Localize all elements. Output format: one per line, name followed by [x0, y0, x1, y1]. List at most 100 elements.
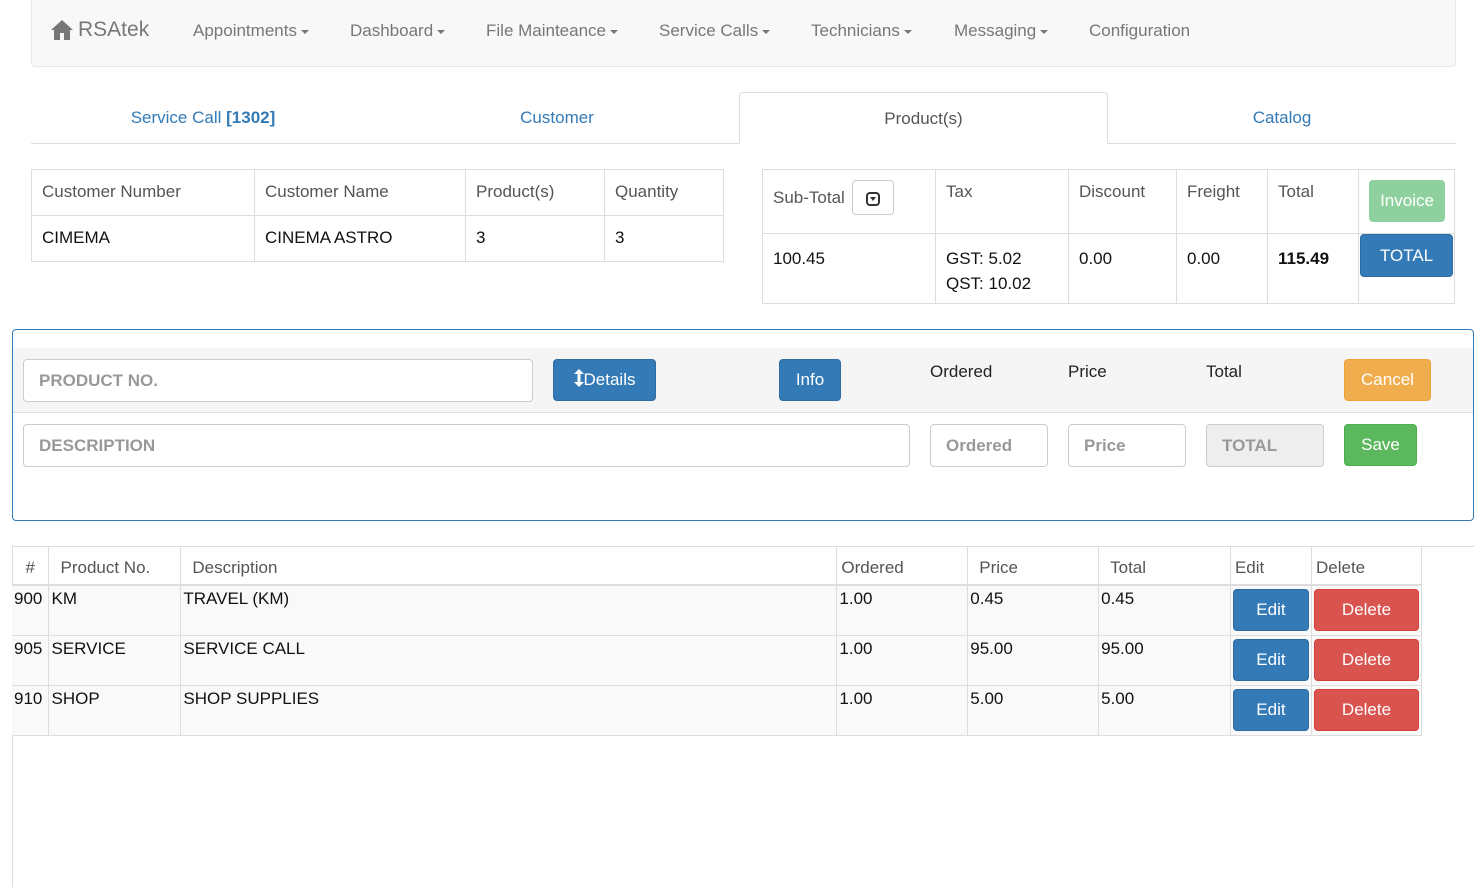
row-num: 900 [12, 585, 50, 636]
delete-button[interactable]: Delete [1314, 688, 1419, 731]
row-ordered: 1.00 [836, 635, 969, 686]
tab-service-call-label: Service Call [130, 108, 222, 127]
top-navbar: RSAtek Appointments Dashboard File Maint… [31, 0, 1456, 67]
row-description: SERVICE CALL [180, 635, 838, 686]
header-subtotal: Sub-Total [762, 169, 936, 234]
collapse-icon [865, 191, 880, 206]
brand-link[interactable]: RSAtek [50, 18, 149, 42]
edit-button[interactable]: Edit [1232, 589, 1309, 631]
ordered-placeholder: Ordered [946, 436, 1013, 455]
row-description: SHOP SUPPLIES [180, 685, 838, 736]
subtotal-value: 100.45 [762, 233, 936, 304]
nav-technicians[interactable]: Technicians [811, 21, 912, 41]
product-no-placeholder: PRODUCT NO. [39, 371, 158, 390]
tab-catalog-label: Catalog [1252, 108, 1312, 127]
delete-button[interactable]: Delete [1314, 638, 1419, 681]
row-total: 0.45 [1098, 585, 1231, 636]
tab-customer[interactable]: Customer [385, 92, 729, 144]
header-products: Product(s) [465, 169, 605, 216]
row-num: 910 [12, 685, 50, 736]
nav-file-maintenance[interactable]: File Mainteance [486, 21, 619, 41]
edit-button[interactable]: Edit [1232, 638, 1309, 681]
header-total-col: Total [1098, 546, 1231, 586]
brand-name: RSAtek [78, 18, 150, 41]
home-icon [51, 20, 73, 40]
nav-dashboard-label: Dashboard [350, 21, 434, 40]
row-edit-cell: Edit [1230, 685, 1313, 736]
header-product-no: Product No. [48, 546, 182, 586]
invoice-button[interactable]: Invoice [1369, 180, 1445, 222]
details-button[interactable]: Details [553, 359, 656, 401]
products-count: 3 [465, 215, 605, 262]
nav-messaging-label: Messaging [954, 21, 1037, 40]
header-quantity: Quantity [604, 169, 724, 216]
gst-value: GST: 5.02 [946, 249, 1022, 268]
table-row: 905 SERVICE SERVICE CALL 1.00 95.00 95.0… [12, 635, 1422, 686]
service-call-number: [1302] [226, 108, 276, 127]
description-input[interactable]: DESCRIPTION [23, 424, 910, 467]
customer-summary-table: Customer Number Customer Name Product(s)… [31, 169, 724, 262]
nav-appointments-label: Appointments [193, 21, 297, 40]
description-placeholder: DESCRIPTION [39, 436, 156, 455]
table-row: 900 KM TRAVEL (KM) 1.00 0.45 0.45 Edit D… [12, 585, 1422, 636]
product-no-input[interactable]: PRODUCT NO. [23, 359, 533, 402]
caret-down-icon [1040, 29, 1049, 34]
total-input: TOTAL [1206, 424, 1324, 467]
row-delete-cell: Delete [1311, 685, 1422, 736]
row-total: 5.00 [1098, 685, 1231, 736]
cancel-button[interactable]: Cancel [1344, 359, 1431, 401]
save-button[interactable]: Save [1344, 424, 1417, 466]
nav-configuration[interactable]: Configuration [1089, 21, 1190, 41]
header-delete: Delete [1311, 546, 1422, 586]
price-label: Price [1068, 362, 1107, 381]
discount-value: 0.00 [1068, 233, 1177, 304]
row-product-no: SHOP [48, 685, 182, 736]
ordered-label: Ordered [930, 362, 993, 381]
caret-down-icon [903, 29, 912, 34]
caret-down-icon [300, 29, 309, 34]
ordered-input[interactable]: Ordered [930, 424, 1048, 467]
row-delete-cell: Delete [1311, 585, 1422, 636]
header-customer-number: Customer Number [31, 169, 255, 216]
header-tax: Tax [935, 169, 1069, 234]
header-num: # [12, 546, 50, 586]
nav-configuration-label: Configuration [1089, 21, 1191, 40]
nav-appointments[interactable]: Appointments [193, 21, 309, 41]
tab-products-label: Product(s) [884, 109, 963, 128]
header-freight: Freight [1176, 169, 1268, 234]
total-button[interactable]: TOTAL [1360, 234, 1453, 277]
edit-button[interactable]: Edit [1232, 688, 1309, 731]
caret-down-icon [437, 29, 446, 34]
nav-service-calls[interactable]: Service Calls [659, 21, 771, 41]
header-discount-link[interactable]: Discount [1068, 169, 1177, 234]
tab-service-call[interactable]: Service Call [1302] [31, 92, 375, 144]
row-price: 5.00 [967, 685, 1100, 736]
price-input[interactable]: Price [1068, 424, 1186, 467]
row-ordered: 1.00 [836, 585, 969, 636]
nav-dashboard[interactable]: Dashboard [350, 21, 446, 41]
tab-products[interactable]: Product(s) [739, 92, 1108, 144]
nav-messaging[interactable]: Messaging [954, 21, 1049, 41]
total-placeholder: TOTAL [1222, 436, 1278, 455]
quantity: 3 [604, 215, 724, 262]
freight-value: 0.00 [1176, 233, 1268, 304]
row-delete-cell: Delete [1311, 635, 1422, 686]
row-total: 95.00 [1098, 635, 1231, 686]
subtotal-toggle-button[interactable] [851, 180, 894, 215]
table-row: 910 SHOP SHOP SUPPLIES 1.00 5.00 5.00 Ed… [12, 685, 1422, 736]
product-list-table: # Product No. Description Ordered Price … [12, 546, 1422, 736]
price-placeholder: Price [1084, 436, 1126, 455]
nav-technicians-label: Technicians [811, 21, 900, 40]
tax-values: GST: 5.02 QST: 10.02 [935, 233, 1069, 304]
details-label: Details [583, 370, 636, 389]
row-edit-cell: Edit [1230, 635, 1313, 686]
delete-button[interactable]: Delete [1314, 589, 1419, 631]
info-button[interactable]: Info [779, 359, 841, 401]
row-num: 905 [12, 635, 50, 686]
vertical-resize-icon [573, 369, 584, 387]
caret-down-icon [610, 29, 619, 34]
row-price: 0.45 [967, 585, 1100, 636]
qst-value: QST: 10.02 [946, 274, 1032, 293]
tab-catalog[interactable]: Catalog [1108, 92, 1456, 144]
row-edit-cell: Edit [1230, 585, 1313, 636]
